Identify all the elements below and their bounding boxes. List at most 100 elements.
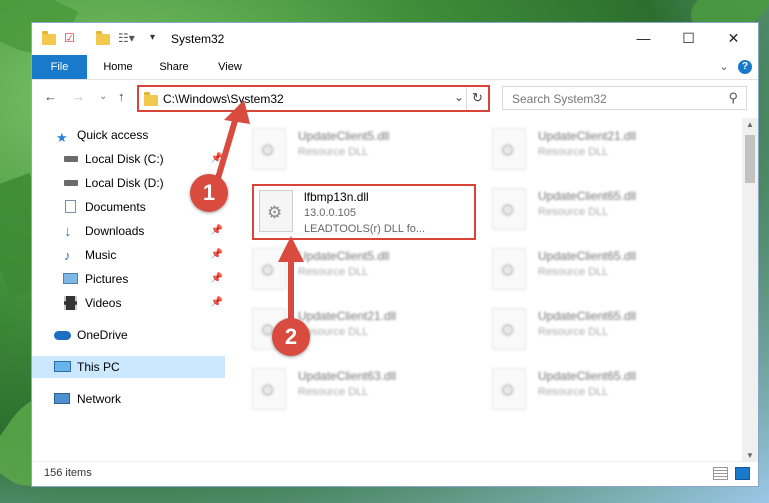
search-icon[interactable]: ⚲ (728, 90, 738, 106)
nav-item-downloads[interactable]: ↓ Downloads 📌 (32, 220, 225, 242)
file-name: UpdateClient65.dll (538, 189, 637, 203)
file-name: UpdateClient5.dll (298, 249, 390, 263)
dll-file-icon (492, 308, 526, 350)
new-folder-icon[interactable] (96, 31, 110, 48)
video-icon (64, 296, 77, 310)
file-name: UpdateClient21.dll (298, 309, 397, 323)
large-icons-view-icon[interactable] (735, 467, 750, 480)
step-2-badge: 2 (272, 318, 310, 356)
nav-item-label: This PC (77, 360, 120, 374)
nav-item-label: Quick access (77, 128, 149, 142)
file-item[interactable]: UpdateClient21.dll Resource DLL (492, 126, 697, 176)
forward-button[interactable]: → (72, 89, 85, 104)
tab-share[interactable]: Share (151, 55, 197, 79)
scroll-down-icon[interactable]: ▼ (746, 451, 754, 460)
file-item[interactable]: UpdateClient65.dll Resource DLL (492, 366, 697, 416)
search-placeholder: Search System32 (512, 92, 607, 106)
nav-item-label: Documents (85, 200, 146, 214)
file-item[interactable]: UpdateClient5.dll Resource DLL (252, 246, 457, 296)
help-icon[interactable]: ? (738, 60, 752, 74)
window-title: System32 (171, 32, 225, 46)
dll-file-icon (259, 190, 293, 232)
tab-view[interactable]: View (207, 55, 253, 79)
scroll-up-icon[interactable]: ▲ (746, 120, 754, 129)
pin-icon[interactable]: 📌 (211, 148, 223, 170)
ribbon-expand-icon[interactable]: ⌄ (716, 55, 732, 79)
recent-locations-button[interactable]: ⌄ (99, 91, 107, 102)
music-icon: ♪ (64, 248, 71, 263)
refresh-button[interactable]: ↻ (466, 87, 488, 110)
nav-item-videos[interactable]: Videos 📌 (32, 292, 225, 314)
download-icon: ↓ (64, 223, 72, 240)
dll-file-icon (252, 368, 286, 410)
nav-item-this-pc[interactable]: This PC (32, 356, 225, 378)
back-button[interactable]: ← (44, 89, 57, 104)
file-type: Resource DLL (538, 326, 609, 338)
folder-icon (42, 31, 56, 48)
toolbar-menu-icon[interactable]: ▾ (150, 32, 155, 48)
maximize-button[interactable]: ☐ (666, 23, 711, 53)
pin-icon[interactable]: 📌 (211, 292, 223, 314)
nav-item-quick-access[interactable]: ★ Quick access (32, 124, 225, 146)
document-icon (65, 200, 76, 213)
step-1-badge: 1 (190, 174, 228, 212)
file-item-highlighted[interactable]: lfbmp13n.dll 13.0.0.105 LEADTOOLS(r) DLL… (252, 184, 476, 240)
item-count: 156 items (44, 467, 92, 479)
nav-item-label: Local Disk (C:) (85, 152, 164, 166)
file-name: UpdateClient63.dll (298, 369, 397, 383)
nav-item-onedrive[interactable]: OneDrive (32, 324, 225, 346)
file-item[interactable]: UpdateClient65.dll Resource DLL (492, 306, 697, 356)
network-icon (54, 393, 70, 404)
file-description: LEADTOOLS(r) DLL fo... (304, 223, 426, 235)
file-type: Resource DLL (298, 386, 369, 398)
drive-icon (64, 156, 78, 162)
close-button[interactable]: ✕ (711, 23, 756, 53)
properties-icon[interactable]: ☑ (64, 31, 75, 47)
details-view-icon[interactable] (713, 467, 728, 480)
pin-icon[interactable]: 📌 (211, 244, 223, 266)
file-item[interactable]: UpdateClient65.dll Resource DLL (492, 186, 697, 236)
nav-item-local-disk-c[interactable]: Local Disk (C:) 📌 (32, 148, 225, 170)
dll-file-icon (492, 128, 526, 170)
customize-toolbar-icon[interactable]: ☷▾ (118, 31, 135, 47)
nav-item-label: Downloads (85, 224, 145, 238)
pin-icon[interactable]: 📌 (211, 268, 223, 290)
file-name: UpdateClient65.dll (538, 309, 637, 323)
status-bar: 156 items (32, 461, 758, 486)
file-type: Resource DLL (298, 146, 369, 158)
ribbon: File Home Share View ⌄ ? (32, 55, 758, 80)
title-bar: ☑ ☷▾ ▾ System32 — ☐ ✕ (32, 23, 758, 55)
file-name: UpdateClient5.dll (298, 129, 390, 143)
address-dropdown-icon[interactable]: ⌄ (454, 90, 464, 104)
dll-file-icon (492, 188, 526, 230)
file-item[interactable]: UpdateClient5.dll Resource DLL (252, 126, 457, 176)
minimize-button[interactable]: — (621, 23, 666, 53)
tab-file[interactable]: File (32, 55, 87, 79)
address-bar[interactable]: C:\Windows\System32 ⌄ ↻ (137, 85, 490, 112)
file-name: lfbmp13n.dll (304, 190, 369, 204)
explorer-window: ☑ ☷▾ ▾ System32 — ☐ ✕ File Home Share Vi… (31, 22, 759, 487)
file-type: Resource DLL (538, 146, 609, 158)
dll-file-icon (492, 248, 526, 290)
search-input[interactable]: Search System32 ⚲ (502, 86, 747, 110)
file-type: Resource DLL (538, 386, 609, 398)
pin-icon[interactable]: 📌 (211, 220, 223, 242)
nav-item-pictures[interactable]: Pictures 📌 (32, 268, 225, 290)
dll-file-icon (252, 248, 286, 290)
file-type: Resource DLL (298, 266, 369, 278)
tab-home[interactable]: Home (95, 55, 141, 79)
monitor-icon (54, 361, 71, 372)
nav-item-label: Network (77, 392, 122, 406)
drive-icon (64, 180, 78, 186)
star-icon: ★ (56, 130, 68, 145)
file-type: Resource DLL (538, 266, 609, 278)
file-item[interactable]: UpdateClient65.dll Resource DLL (492, 246, 697, 296)
vertical-scrollbar[interactable]: ▲ ▼ (742, 118, 758, 462)
file-item[interactable]: UpdateClient63.dll Resource DLL (252, 366, 457, 416)
up-button[interactable]: ↑ (118, 89, 125, 104)
dll-file-icon (252, 128, 286, 170)
nav-item-label: Music (85, 248, 117, 262)
scrollbar-thumb[interactable] (745, 135, 755, 183)
nav-item-music[interactable]: ♪ Music 📌 (32, 244, 225, 266)
nav-item-network[interactable]: Network (32, 388, 225, 410)
